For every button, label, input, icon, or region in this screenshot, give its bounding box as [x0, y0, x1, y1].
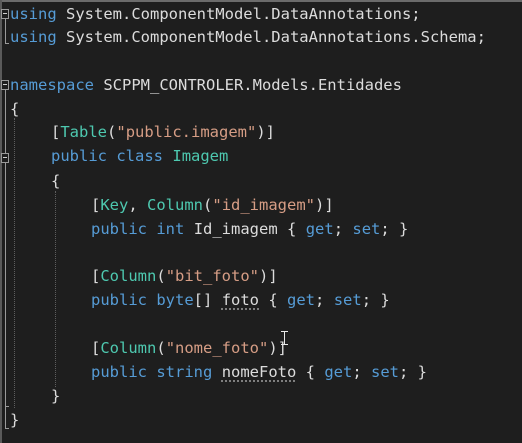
keyword-byte: byte: [156, 291, 194, 309]
fold-end-class: [5, 406, 9, 407]
property-name: foto: [221, 291, 260, 309]
string-literal: "public.imagem": [116, 123, 257, 141]
collapse-using-icon[interactable]: [1, 9, 9, 19]
collapse-namespace-icon[interactable]: [1, 80, 9, 90]
code-line-namespace[interactable]: namespace SCPPM_CONTROLER.Models.Entidad…: [10, 74, 402, 97]
namespace-path: System.ComponentModel.DataAnnotations;: [56, 5, 421, 23]
code-editor[interactable]: using System.ComponentModel.DataAnnotati…: [0, 0, 522, 443]
keyword-namespace: namespace: [10, 76, 94, 94]
separator: ,: [128, 196, 148, 214]
accessor-close: ; }: [361, 291, 390, 309]
accessor-close: ; }: [380, 220, 409, 238]
code-line-key-attribute[interactable]: [Key, Column("id_imagem")]: [91, 194, 334, 217]
attribute-name: Key: [100, 196, 129, 214]
code-line-class-declaration[interactable]: public class Imagem: [51, 145, 228, 168]
code-line-nomefoto-attribute[interactable]: [Column("nome_foto")]: [91, 337, 287, 360]
keyword-set: set: [371, 363, 400, 381]
bracket: [: [51, 123, 61, 141]
semicolon: ;: [315, 291, 334, 309]
paren-close: )]: [259, 267, 278, 285]
code-line-using-2[interactable]: using System.ComponentModel.DataAnnotati…: [10, 26, 486, 49]
keyword-public: public: [91, 291, 147, 309]
fold-end-namespace: [5, 428, 9, 429]
keyword-public: public: [91, 220, 147, 238]
keyword-int: int: [156, 220, 185, 238]
indent-guide-namespace: [14, 118, 15, 408]
paren: (: [107, 123, 117, 141]
semicolon: ;: [352, 363, 372, 381]
code-line-open-brace[interactable]: {: [10, 98, 19, 121]
keyword-public: public: [51, 147, 107, 165]
string-literal: "bit_foto": [165, 267, 260, 285]
brace: }: [10, 411, 20, 429]
keyword-set: set: [352, 220, 381, 238]
property-name: nomeFoto: [221, 363, 297, 381]
code-line-namespace-close-brace[interactable]: }: [10, 409, 19, 432]
fold-line-attr: [5, 126, 6, 153]
fold-end-using: [5, 43, 9, 44]
accessor-close: ; }: [399, 363, 428, 381]
class-name: Imagem: [172, 147, 229, 165]
accessor-open: {: [277, 220, 306, 238]
semicolon: ;: [333, 220, 353, 238]
string-literal: "id_imagem": [212, 196, 316, 214]
property-name: Id_imagem: [193, 220, 278, 238]
code-line-using-1[interactable]: using System.ComponentModel.DataAnnotati…: [10, 3, 421, 26]
fold-line-using: [5, 19, 6, 43]
bracket: [: [91, 267, 101, 285]
paren: (: [156, 267, 166, 285]
accessor-open: {: [296, 363, 325, 381]
keyword-get: get: [324, 363, 353, 381]
paren: (: [203, 196, 213, 214]
code-line-class-open-brace[interactable]: {: [51, 170, 60, 193]
editor-top-border: [0, 0, 522, 2]
editor-left-border: [0, 0, 2, 443]
attribute-name: Column: [100, 267, 157, 285]
accessor-open: {: [259, 291, 288, 309]
keyword-get: get: [287, 291, 316, 309]
text-ibeam-cursor-icon: [281, 331, 288, 345]
keyword-set: set: [333, 291, 362, 309]
brace: {: [51, 172, 61, 190]
keyword-class: class: [116, 147, 164, 165]
keyword-get: get: [305, 220, 334, 238]
namespace-path: System.ComponentModel.DataAnnotations.Sc…: [56, 28, 486, 46]
keyword-public: public: [91, 363, 147, 381]
string-literal: "nome_foto": [165, 339, 269, 357]
keyword-using: using: [10, 28, 57, 46]
paren: (: [156, 339, 166, 357]
bracket: [: [91, 339, 101, 357]
fold-line-class: [5, 163, 6, 406]
code-line-nomefoto-property[interactable]: public string nomeFoto { get; set; }: [91, 361, 427, 384]
code-line-id-property[interactable]: public int Id_imagem { get; set; }: [91, 218, 408, 241]
collapse-class-icon[interactable]: [1, 153, 9, 163]
indent-guide-class: [55, 191, 56, 387]
paren-close: )]: [315, 196, 334, 214]
keyword-using: using: [10, 5, 57, 23]
code-line-foto-property[interactable]: public byte[] foto { get; set; }: [91, 289, 390, 312]
bracket: [: [91, 196, 101, 214]
code-line-bitfoto-attribute[interactable]: [Column("bit_foto")]: [91, 265, 278, 288]
paren-close: )]: [256, 123, 276, 141]
attribute-name: Column: [147, 196, 204, 214]
brace: {: [10, 100, 20, 118]
attribute-name: Table: [60, 123, 108, 141]
attribute-name: Column: [100, 339, 157, 357]
brace: }: [51, 387, 61, 405]
code-line-class-close-brace[interactable]: }: [51, 385, 60, 408]
namespace-name: SCPPM_CONTROLER.Models.Entidades: [94, 76, 402, 94]
code-line-table-attribute[interactable]: [Table("public.imagem")]: [51, 121, 275, 144]
keyword-string: string: [156, 363, 213, 381]
array-brackets: []: [193, 291, 213, 309]
